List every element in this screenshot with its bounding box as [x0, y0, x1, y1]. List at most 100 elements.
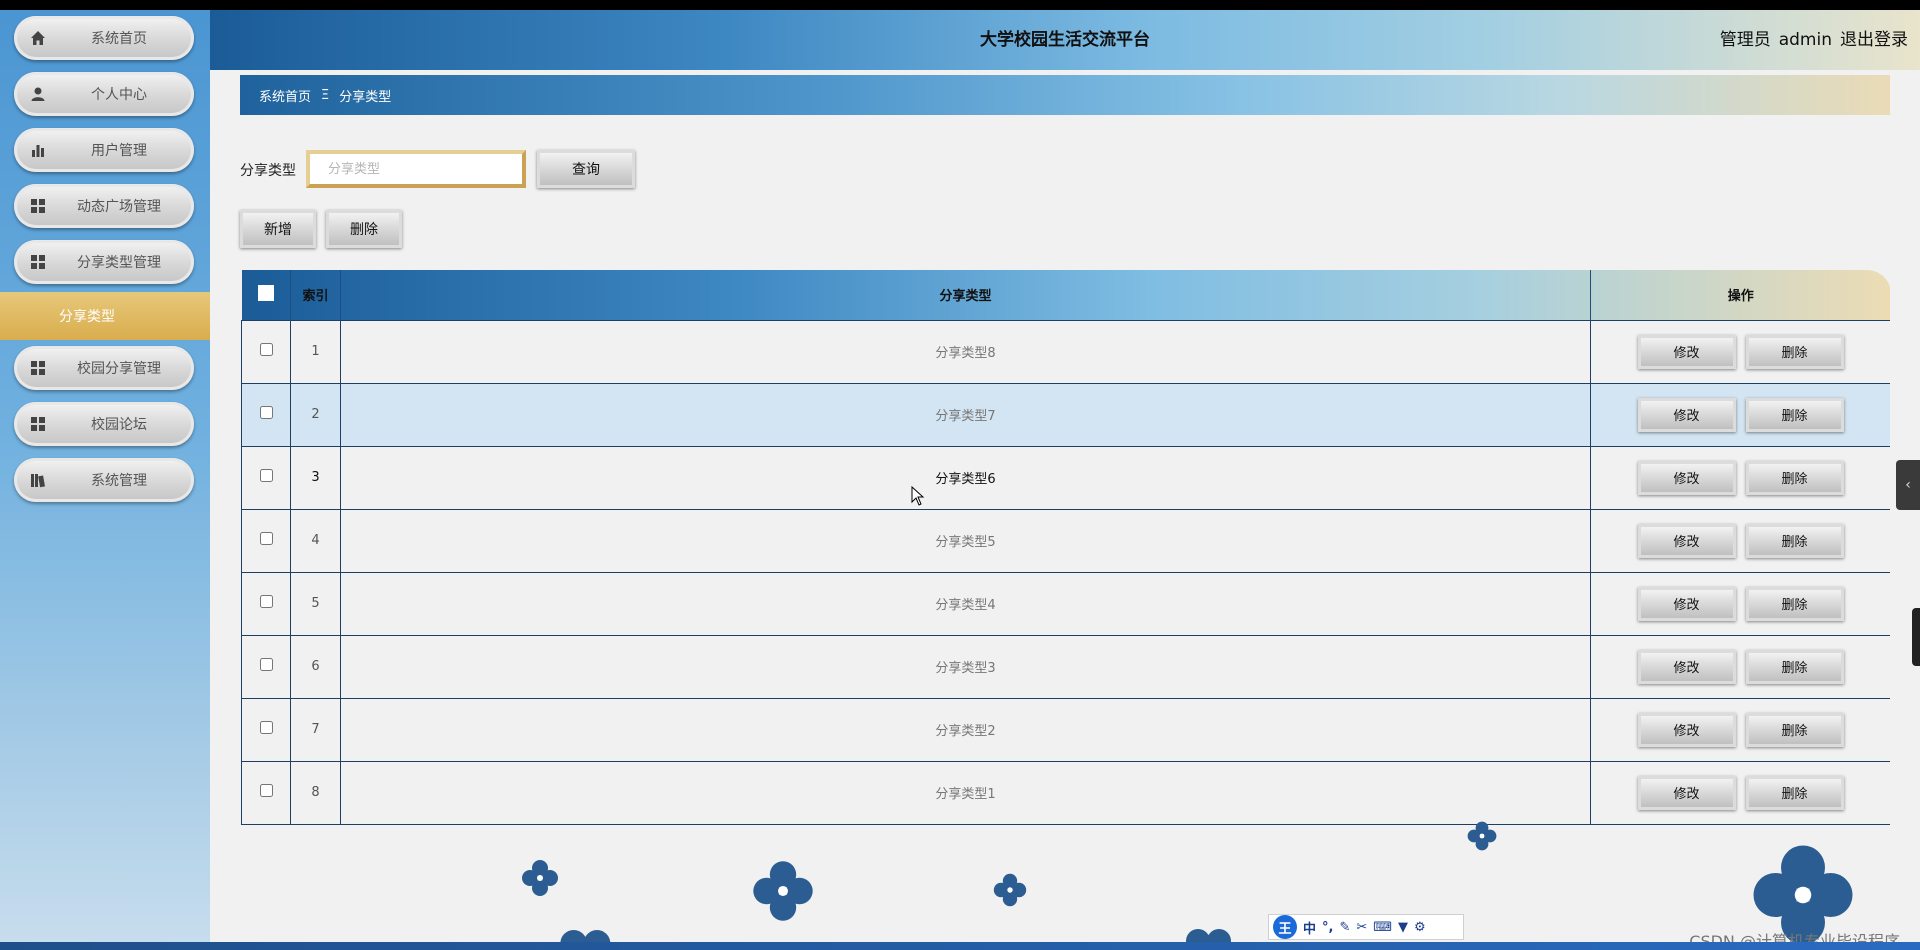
app-title: 大学校园生活交流平台	[980, 30, 1150, 50]
sidebar: 系统首页 个人中心 用户管理 动态广场管理 分享类型管理 分享类型 校园分享管理…	[0, 10, 210, 942]
edit-button[interactable]: 修改	[1637, 586, 1736, 621]
ime-toolbar[interactable]: 王 中 °, ✎ ✂ ⌨ ▼ ⚙	[1268, 914, 1464, 940]
row-actions: 修改 删除	[1590, 697, 1890, 762]
ime-logo-icon[interactable]: 王	[1273, 915, 1297, 939]
delete-button[interactable]: 删除	[1745, 712, 1844, 747]
table-header-row: 索引 分享类型 操作	[241, 270, 1890, 320]
sidebar-item-campus-forum[interactable]: 校园论坛	[14, 402, 194, 446]
ime-skin-icon[interactable]: ▼	[1398, 920, 1408, 935]
row-actions: 修改 删除	[1590, 319, 1890, 384]
row-checkbox-cell	[241, 697, 291, 762]
delete-button[interactable]: 删除	[1745, 397, 1844, 432]
table-row: 8 分享类型1 修改 删除	[241, 760, 1890, 825]
breadcrumb-home[interactable]: 系统首页	[259, 86, 311, 105]
ime-settings-icon[interactable]: ⚙	[1414, 920, 1426, 935]
table-row: 4 分享类型5 修改 删除	[241, 508, 1890, 573]
taskbar-strip	[0, 942, 1920, 950]
sidebar-item-label: 校园分享管理	[77, 361, 161, 377]
row-checkbox[interactable]	[259, 532, 273, 545]
logout-link[interactable]: 退出登录	[1840, 30, 1908, 50]
row-index: 6	[290, 634, 341, 699]
row-share-type: 分享类型3	[340, 634, 1591, 699]
edit-button[interactable]: 修改	[1637, 775, 1736, 810]
column-header-index: 索引	[290, 270, 341, 320]
ime-mode-toggle[interactable]: 中	[1303, 918, 1316, 937]
row-share-type: 分享类型5	[340, 508, 1591, 573]
grid-icon	[14, 254, 62, 270]
add-button[interactable]: 新增	[240, 210, 316, 248]
row-index: 1	[290, 319, 341, 384]
row-index: 7	[290, 697, 341, 762]
edit-button[interactable]: 修改	[1637, 397, 1736, 432]
row-checkbox-cell	[241, 634, 291, 699]
delete-button[interactable]: 删除	[1745, 649, 1844, 684]
row-checkbox[interactable]	[259, 343, 273, 356]
edit-button[interactable]: 修改	[1637, 712, 1736, 747]
row-actions: 修改 删除	[1590, 445, 1890, 510]
delete-button[interactable]: 删除	[1745, 523, 1844, 558]
flower-decoration-icon	[993, 873, 1027, 907]
sidebar-item-label: 分享类型管理	[77, 255, 161, 271]
sidebar-item-share-type-management[interactable]: 分享类型管理	[14, 240, 194, 284]
table-row: 5 分享类型4 修改 删除	[241, 571, 1890, 636]
row-checkbox[interactable]	[259, 595, 273, 608]
side-handle[interactable]	[1912, 608, 1920, 666]
edit-button[interactable]: 修改	[1637, 334, 1736, 369]
sidebar-item-label: 系统首页	[91, 31, 147, 47]
mouse-cursor-icon	[911, 486, 925, 506]
row-checkbox[interactable]	[259, 784, 273, 797]
delete-button[interactable]: 删除	[1745, 460, 1844, 495]
ime-pen-icon[interactable]: ✎	[1339, 920, 1350, 935]
sidebar-item-label: 校园论坛	[91, 417, 147, 433]
row-actions: 修改 删除	[1590, 571, 1890, 636]
row-checkbox-cell	[241, 760, 291, 825]
delete-button[interactable]: 删除	[1745, 775, 1844, 810]
data-table: 索引 分享类型 操作 1 分享类型8 修改 删除 2 分享类型7 修改 删除 3…	[241, 270, 1890, 825]
chevron-left-icon: ‹	[1905, 477, 1911, 493]
collapse-panel-button[interactable]: ‹	[1896, 460, 1920, 510]
ime-scissors-icon[interactable]: ✂	[1356, 920, 1367, 935]
row-index: 3	[290, 445, 341, 510]
row-actions: 修改 删除	[1590, 508, 1890, 573]
ime-keyboard-icon[interactable]: ⌨	[1373, 920, 1392, 935]
sidebar-item-campus-share-management[interactable]: 校园分享管理	[14, 346, 194, 390]
user-icon	[14, 86, 62, 102]
row-checkbox[interactable]	[259, 721, 273, 734]
table-row: 1 分享类型8 修改 删除	[241, 319, 1890, 384]
row-checkbox[interactable]	[259, 469, 273, 482]
breadcrumb-current: 分享类型	[339, 89, 392, 105]
edit-button[interactable]: 修改	[1637, 649, 1736, 684]
row-index: 5	[290, 571, 341, 636]
search-button[interactable]: 查询	[537, 150, 635, 188]
delete-button[interactable]: 删除	[1745, 586, 1844, 621]
edit-button[interactable]: 修改	[1637, 523, 1736, 558]
sidebar-item-label: 个人中心	[91, 87, 147, 103]
search-input[interactable]	[306, 150, 526, 188]
grid-icon	[14, 198, 62, 214]
sidebar-item-user-management[interactable]: 用户管理	[14, 128, 194, 172]
username: admin	[1778, 30, 1832, 50]
flower-decoration-icon	[522, 860, 558, 896]
row-checkbox-cell	[241, 508, 291, 573]
user-area: 管理员 admin 退出登录	[1712, 10, 1908, 70]
batch-delete-button[interactable]: 删除	[326, 210, 402, 248]
delete-button[interactable]: 删除	[1745, 334, 1844, 369]
book-icon	[14, 472, 62, 488]
sidebar-item-dynamic-square[interactable]: 动态广场管理	[14, 184, 194, 228]
table-row: 6 分享类型3 修改 删除	[241, 634, 1890, 699]
edit-button[interactable]: 修改	[1637, 460, 1736, 495]
ime-punctuation-icon[interactable]: °,	[1322, 920, 1333, 935]
sidebar-item-personal-center[interactable]: 个人中心	[14, 72, 194, 116]
row-share-type: 分享类型4	[340, 571, 1591, 636]
search-label: 分享类型	[240, 163, 296, 179]
row-checkbox-cell	[241, 445, 291, 510]
sidebar-subitem-share-type[interactable]: 分享类型	[0, 292, 210, 340]
row-share-type: 分享类型8	[340, 319, 1591, 384]
grid-icon	[14, 416, 62, 432]
select-all-checkbox[interactable]	[257, 284, 274, 301]
row-checkbox[interactable]	[259, 658, 273, 671]
sidebar-item-home[interactable]: 系统首页	[14, 16, 194, 60]
row-checkbox[interactable]	[259, 406, 273, 419]
sidebar-item-system-management[interactable]: 系统管理	[14, 458, 194, 502]
flower-decoration-icon	[1186, 929, 1231, 942]
